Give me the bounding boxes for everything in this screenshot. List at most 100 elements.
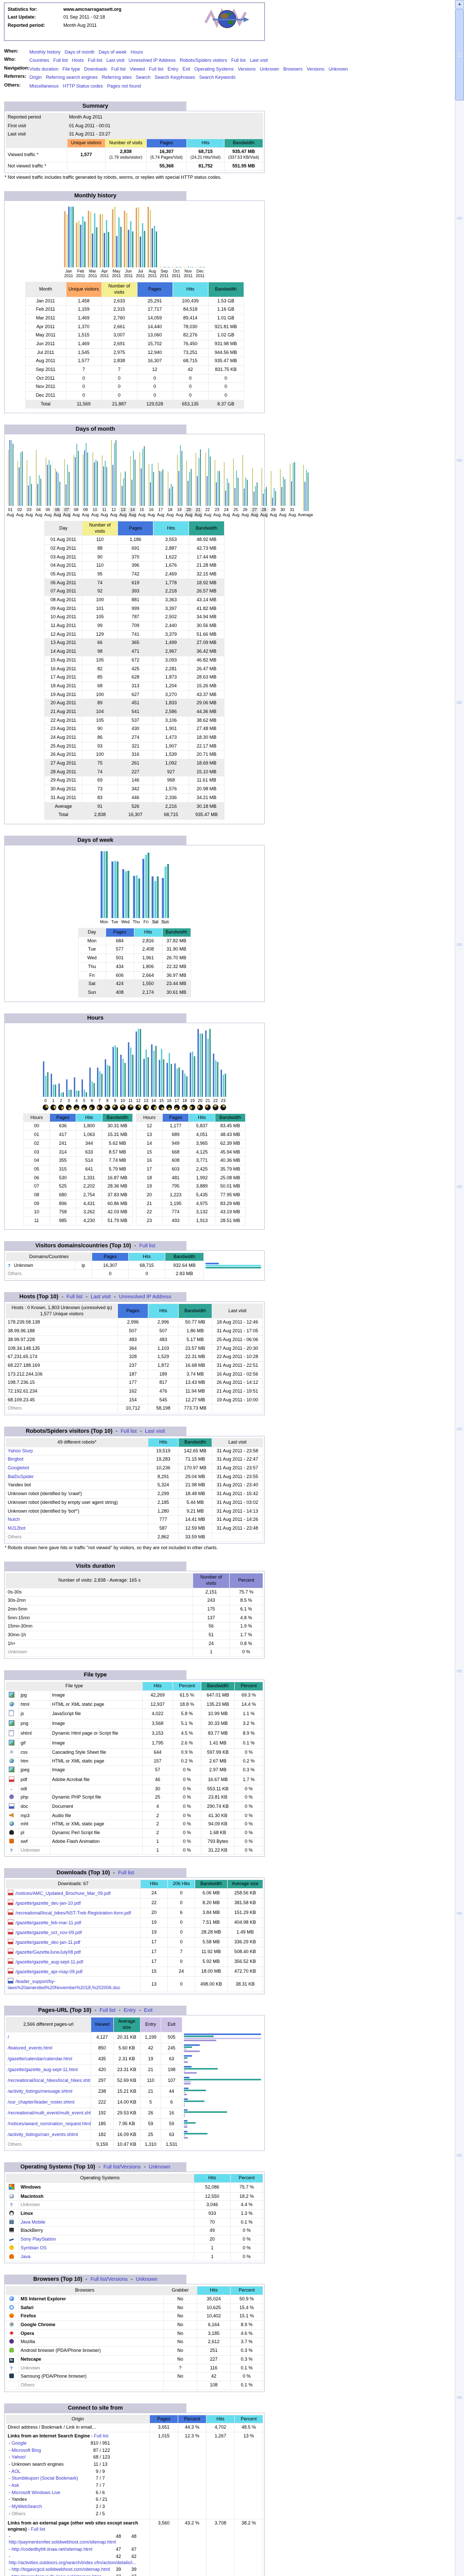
download-link[interactable]: /gazette/gazette_aug-sept-11.pdf bbox=[15, 1959, 83, 1964]
menu-link-unresolved-ip-address[interactable]: Unresolved IP Address bbox=[129, 58, 176, 63]
menu-link-last-visit[interactable]: Last visit bbox=[250, 58, 268, 63]
referrer-link[interactable]: http://meanderpwvdk.iinaa.net/sitemap.ht… bbox=[12, 2574, 101, 2576]
link[interactable]: Last visit bbox=[145, 1429, 165, 1434]
search-engine-link[interactable]: Stumbleupon (Social Bookmark) bbox=[12, 2476, 78, 2481]
robot-link[interactable]: Yahoo Slurp bbox=[8, 1448, 33, 1453]
robot-link[interactable]: Bingbot bbox=[8, 1456, 24, 1462]
menu-link-search[interactable]: Search bbox=[136, 75, 151, 80]
menu-link-versions[interactable]: Versions bbox=[238, 66, 256, 72]
link[interactable]: Full list bbox=[118, 1870, 134, 1876]
page-url-link[interactable]: /recreational/multi_event/multi_event.sh… bbox=[8, 2110, 91, 2115]
menu-link-full-list[interactable]: Full list bbox=[149, 66, 163, 72]
os-link[interactable]: Java Mobile bbox=[21, 2219, 45, 2225]
menu-link-pages-not-found[interactable]: Pages not found bbox=[107, 83, 141, 89]
menu-link-full-list[interactable]: Full list bbox=[54, 58, 68, 63]
page-url-link[interactable]: /activity_listings/message.shtml bbox=[8, 2089, 73, 2094]
table-row: Google Chrome No 6,164 8.9 % bbox=[6, 2320, 263, 2330]
page-url-link[interactable]: / bbox=[8, 2035, 9, 2040]
download-link[interactable]: /gazette/gazette_apr-may-09.pdf bbox=[15, 1969, 82, 1974]
link[interactable]: Full list/Versions bbox=[104, 2164, 141, 2170]
download-link[interactable]: /notices/AMC_Updated_Brochure_Mar_09.pdf bbox=[15, 1891, 111, 1896]
page-url-link[interactable]: /recreational/local_hikes/local_hikes.sh… bbox=[8, 2078, 91, 2083]
link[interactable]: Unknown bbox=[149, 2164, 170, 2170]
search-engine-link[interactable]: Yahoo! bbox=[11, 2454, 26, 2460]
download-link[interactable]: /gazette/gazette_dec-jan-10.pdf bbox=[15, 1901, 81, 1906]
table-row: /gazette/gazette_aug-sept-11.html 420 23.3… bbox=[6, 2064, 263, 2076]
link[interactable]: Full list bbox=[31, 2527, 45, 2532]
link[interactable]: Full list bbox=[66, 1294, 82, 1300]
scrollbar-thumb[interactable] bbox=[455, 9, 464, 100]
link[interactable]: Full list bbox=[99, 2008, 115, 2013]
cell: Total bbox=[44, 810, 82, 820]
link[interactable]: Full list bbox=[139, 1243, 155, 1249]
search-engine-link[interactable]: Microsoft Windows Live bbox=[12, 2490, 61, 2495]
menu-link-last-visit[interactable]: Last visit bbox=[107, 58, 125, 63]
search-engine-link[interactable]: AOL bbox=[11, 2469, 21, 2474]
download-link[interactable]: /gazette/gazette_dec-jan-11.pdf bbox=[15, 1940, 80, 1945]
robot-link[interactable]: Nutch bbox=[8, 1517, 20, 1522]
menu-link-robots-spiders-visitors[interactable]: Robots/Spiders visitors bbox=[180, 58, 227, 63]
menu-link-search-keyphrases[interactable]: Search Keyphrases bbox=[154, 75, 195, 80]
menu-link-search-keywords[interactable]: Search Keywords bbox=[199, 75, 236, 80]
robot-link[interactable]: BaiDuSpider bbox=[8, 1474, 34, 1479]
link[interactable]: Last visit bbox=[91, 1294, 111, 1300]
os-link[interactable]: Java bbox=[21, 2254, 30, 2259]
menu-link-full-list[interactable]: Full list bbox=[111, 66, 126, 72]
download-link[interactable]: /gazette/GazetteJuneJuly08.pdf bbox=[15, 1950, 81, 1955]
menu-link-versions[interactable]: Versions bbox=[306, 66, 324, 72]
referrer-link[interactable]: http://paymentxmfwr.solidwebhost.com/sit… bbox=[9, 2539, 116, 2545]
link[interactable]: Full list bbox=[121, 1429, 136, 1434]
menu-link-unknown[interactable]: Unknown bbox=[260, 66, 279, 72]
referrer-link[interactable]: http://togavcgcd.solidwebhost.com/sitema… bbox=[12, 2567, 110, 2572]
menu-link-referring-search-engines[interactable]: Referring search engines bbox=[46, 75, 98, 80]
menu-link-unknown[interactable]: Unknown bbox=[329, 66, 348, 72]
menu-link-origin[interactable]: Origin bbox=[29, 75, 42, 80]
page-url-link[interactable]: /gazette/gazette_aug-sept-11.html bbox=[8, 2067, 78, 2072]
menu-link-days-of-month[interactable]: Days of month bbox=[65, 49, 95, 55]
menu-link-browsers[interactable]: Browsers bbox=[283, 66, 303, 72]
menu-link-hours[interactable]: Hours bbox=[131, 49, 143, 55]
menu-link-downloads[interactable]: Downloads bbox=[84, 66, 107, 72]
menu-link-viewed[interactable]: Viewed bbox=[130, 66, 145, 72]
search-engine-link[interactable]: Microsoft Bing bbox=[12, 2448, 41, 2453]
referrer-link[interactable]: http://codedbybfr.iinaa.net/sitemap.html bbox=[12, 2547, 93, 2552]
download-link[interactable]: /recreational/local_bikes/NST-Trek-Regis… bbox=[15, 1910, 131, 1916]
menu-link-http-status-codes[interactable]: HTTP Status codes bbox=[63, 83, 103, 89]
page-url-link[interactable]: /activity_listings/narr_events.shtml bbox=[8, 2132, 78, 2137]
menu-link-miscellaneous[interactable]: Miscellaneous bbox=[29, 83, 59, 89]
menu-link-exit[interactable]: Exit bbox=[182, 66, 190, 72]
menu-link-hosts[interactable]: Hosts bbox=[72, 58, 84, 63]
link[interactable]: Unresolved IP Address bbox=[119, 1294, 171, 1300]
page-url-link[interactable]: /featured_events.html bbox=[8, 2045, 53, 2050]
search-engine-link[interactable]: Ask bbox=[11, 2483, 19, 2488]
download-link[interactable]: /leader_support/by-laws%20amended%20Nove… bbox=[8, 1979, 121, 1990]
menu-link-full-list[interactable]: Full list bbox=[88, 58, 102, 63]
search-engine-link[interactable]: MyWebSearch bbox=[12, 2504, 42, 2509]
menu-link-full-list[interactable]: Full list bbox=[231, 58, 246, 63]
link[interactable]: Full list/Versions bbox=[91, 2277, 128, 2282]
menu-link-days-of-week[interactable]: Days of week bbox=[99, 49, 127, 55]
menu-link-operating-systems[interactable]: Operating Systems bbox=[194, 66, 234, 72]
page-url-link[interactable]: /our_chapter/leader_roster.shtml bbox=[8, 2099, 75, 2105]
page-url-link[interactable]: /gazette/calendar/calendar.html bbox=[8, 2056, 72, 2061]
link[interactable]: Exit bbox=[144, 2008, 153, 2013]
download-link[interactable]: /gazette/gazette_oct_nov-09.pdf bbox=[15, 1930, 82, 1935]
menu-link-countries[interactable]: Countries bbox=[29, 58, 49, 63]
link[interactable]: Entry bbox=[124, 2008, 135, 2013]
robot-link[interactable]: MJ12bot bbox=[8, 1526, 26, 1531]
link[interactable]: Full list bbox=[94, 2433, 109, 2438]
menu-link-file-type[interactable]: File type bbox=[62, 66, 80, 72]
page-url-link[interactable]: /notices/award_nomination_request.html bbox=[8, 2121, 91, 2126]
scrollbar[interactable]: ▲ ▼ bbox=[455, 0, 464, 2576]
link[interactable]: Unknown bbox=[136, 2277, 158, 2282]
download-link[interactable]: /gazette/gazette_feb-mar-11.pdf bbox=[15, 1920, 81, 1925]
os-link[interactable]: Sony PlayStation bbox=[21, 2236, 56, 2242]
menu-link-monthly-history[interactable]: Monthly history bbox=[29, 49, 61, 55]
menu-link-referring-sites[interactable]: Referring sites bbox=[102, 75, 132, 80]
scroll-up-icon[interactable]: ▲ bbox=[455, 0, 464, 9]
menu-link-entry[interactable]: Entry bbox=[167, 66, 178, 72]
search-engine-link[interactable]: Google bbox=[12, 2441, 27, 2446]
menu-link-visits-duration[interactable]: Visits duration bbox=[29, 66, 58, 72]
robot-link[interactable]: Googlebot bbox=[8, 1465, 29, 1470]
os-link[interactable]: Symbian OS bbox=[21, 2245, 47, 2250]
